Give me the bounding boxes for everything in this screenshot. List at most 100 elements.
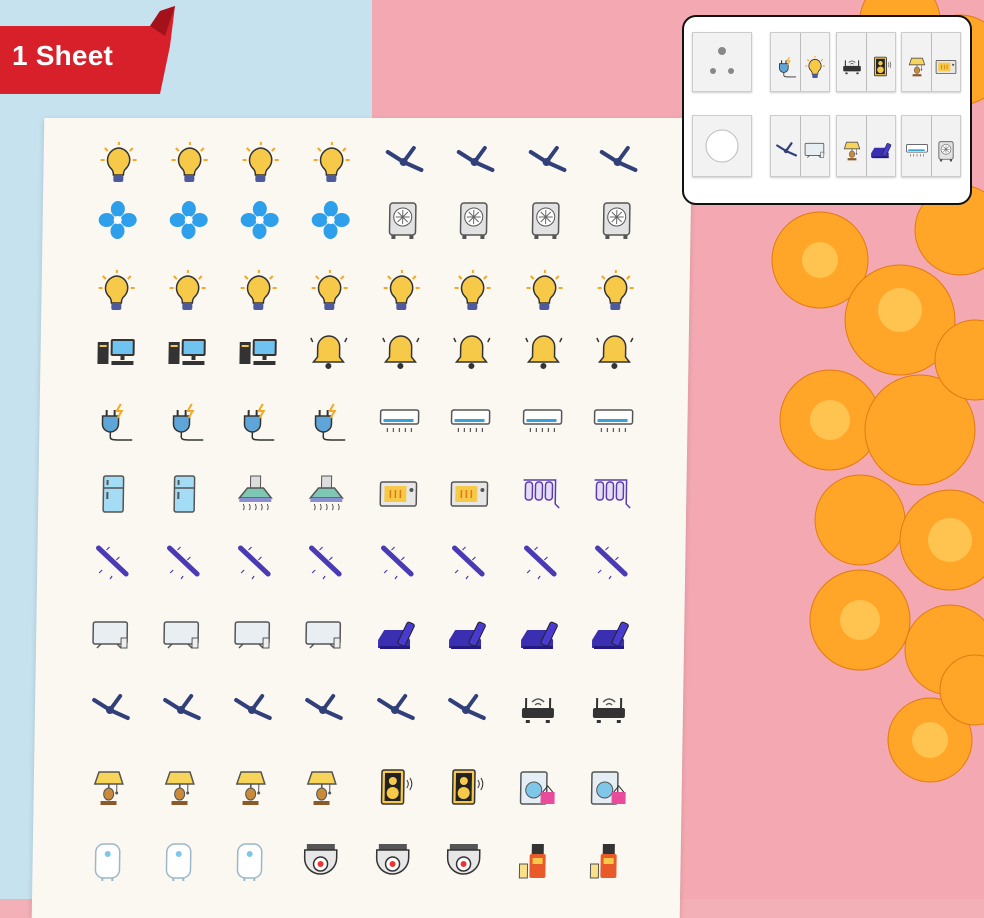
air-conditioner-icon	[369, 396, 430, 448]
bulb-icon	[228, 264, 289, 316]
bell-icon	[584, 326, 645, 378]
ceiling-fan-icon	[365, 684, 426, 736]
bulb-icon	[585, 264, 646, 316]
ceiling-fan-icon	[151, 684, 212, 736]
bulb-icon	[371, 264, 432, 316]
table-lamp-icon	[291, 762, 352, 814]
cctv-camera-icon	[433, 836, 494, 888]
television-icon	[294, 610, 355, 662]
microwave-icon	[935, 59, 957, 75]
speaker-icon	[363, 762, 424, 814]
air-cooler-icon	[372, 194, 433, 246]
exhaust-fan-icon	[300, 194, 361, 246]
tube-light-icon	[295, 536, 356, 588]
bulb-icon	[301, 136, 362, 188]
table-lamp-icon	[843, 141, 861, 161]
bulb-icon	[442, 264, 503, 316]
bell-icon	[370, 326, 431, 378]
computer-icon	[156, 326, 217, 378]
air-conditioner-icon	[906, 143, 928, 157]
microwave-icon	[368, 468, 429, 520]
washing-machine-icon	[577, 762, 638, 814]
switch-lamp-settopbox	[836, 115, 896, 177]
television-icon	[804, 142, 825, 158]
ceiling-fan-icon	[373, 136, 434, 188]
ceiling-fan-icon	[436, 684, 497, 736]
refrigerator-icon	[83, 468, 144, 520]
water-heater-icon	[219, 836, 280, 888]
air-cooler-icon	[938, 141, 954, 162]
bulb-icon	[805, 56, 825, 78]
bulb-icon	[86, 264, 147, 316]
socket	[692, 32, 752, 92]
water-heater-icon	[77, 836, 138, 888]
tube-light-icon	[510, 536, 571, 588]
tube-light-icon	[581, 536, 642, 588]
water-purifier-icon	[582, 468, 643, 520]
juicer-icon	[505, 836, 566, 888]
tube-light-icon	[153, 536, 214, 588]
water-purifier-icon	[511, 468, 572, 520]
juicer-icon	[576, 836, 637, 888]
bell-icon	[441, 326, 502, 378]
computer-icon	[227, 326, 288, 378]
wifi-router-icon	[579, 684, 640, 736]
exhaust-fan-icon	[229, 194, 290, 246]
sticker-sheet	[31, 118, 693, 918]
tube-light-icon	[82, 536, 143, 588]
water-heater-icon	[148, 836, 209, 888]
speaker-icon	[873, 56, 892, 77]
air-conditioner-icon	[583, 396, 644, 448]
bell-icon	[513, 326, 574, 378]
switch-fan-tv	[770, 115, 830, 177]
microwave-icon	[439, 468, 500, 520]
air-cooler-icon	[443, 194, 504, 246]
air-cooler-icon	[586, 194, 647, 246]
fan-regulator	[692, 115, 752, 177]
bulb-icon	[514, 264, 575, 316]
set-top-box-icon	[509, 610, 570, 662]
speaker-icon	[434, 762, 495, 814]
power-plug-icon	[84, 396, 145, 448]
ceiling-fan-icon	[293, 684, 354, 736]
power-plug-icon	[297, 396, 358, 448]
ceiling-fan-icon	[776, 142, 797, 157]
badge-label: 1 Sheet	[12, 40, 113, 71]
air-conditioner-icon	[440, 396, 501, 448]
tube-light-icon	[367, 536, 428, 588]
wifi-router-icon	[843, 60, 861, 75]
ceiling-fan-icon	[444, 136, 505, 188]
set-top-box-icon	[437, 610, 498, 662]
air-cooler-icon	[515, 194, 576, 246]
table-lamp-icon	[78, 762, 139, 814]
power-plug-icon	[226, 396, 287, 448]
ceiling-fan-icon	[587, 136, 648, 188]
chimney-hood-icon	[296, 468, 357, 520]
switch-router-speaker	[836, 32, 896, 92]
cctv-camera-icon	[290, 836, 351, 888]
computer-icon	[85, 326, 146, 378]
power-plug-icon	[155, 396, 216, 448]
exhaust-fan-icon	[87, 194, 148, 246]
bulb-icon	[159, 136, 220, 188]
tube-light-icon	[224, 536, 285, 588]
television-icon	[81, 610, 142, 662]
television-icon	[152, 610, 213, 662]
bulb-icon	[88, 136, 149, 188]
set-top-box-icon	[871, 143, 892, 159]
power-plug-icon	[778, 56, 796, 78]
switch-lamp-projector	[901, 32, 961, 92]
switch-ac-cooler	[901, 115, 961, 177]
table-lamp-icon	[149, 762, 210, 814]
bell-icon	[298, 326, 359, 378]
refrigerator-icon	[154, 468, 215, 520]
bulb-icon	[157, 264, 218, 316]
chimney-hood-icon	[225, 468, 286, 520]
air-conditioner-icon	[512, 396, 573, 448]
tube-light-icon	[438, 536, 499, 588]
bulb-icon	[230, 136, 291, 188]
ceiling-fan-icon	[222, 684, 283, 736]
switch-plug-bulb	[770, 32, 830, 92]
set-top-box-icon	[366, 610, 427, 662]
washing-machine-icon	[506, 762, 567, 814]
